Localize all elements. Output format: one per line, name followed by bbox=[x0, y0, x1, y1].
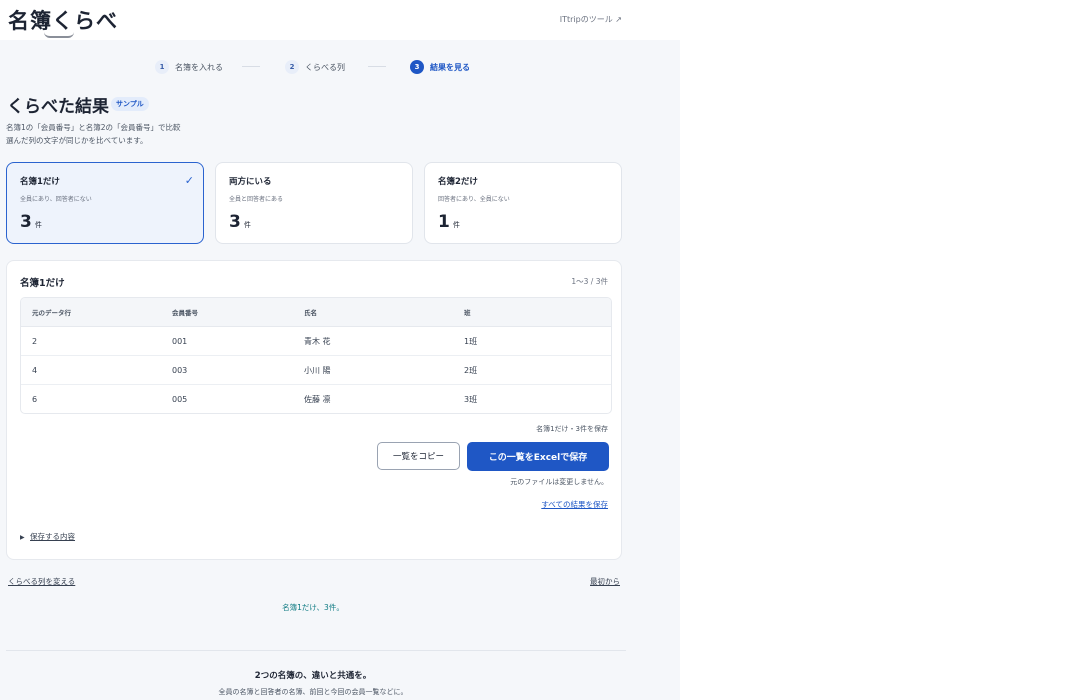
app-page: 名簿くらべ ITtripのツール ↗ 1 名簿を入れる 2 くらべる列 3 結果… bbox=[0, 0, 680, 700]
result-panel: 名簿1だけ 1〜3 / 3件 元のデータ行 会員番号 氏名 班 2 001 青木… bbox=[6, 260, 622, 560]
save-all-results-link[interactable]: すべての結果を保存 bbox=[541, 499, 608, 510]
footer-title: 2つの名簿の、違いと共通を。 bbox=[254, 671, 372, 681]
summary-card-list2-only[interactable]: 名簿2だけ 回答者にあり、全員にない 1 件 bbox=[424, 162, 622, 244]
table-cell: 005 bbox=[172, 394, 188, 404]
table-header: 元のデータ行 会員番号 氏名 班 bbox=[21, 298, 611, 327]
header-bar: 名簿くらべ ITtripのツール ↗ bbox=[0, 0, 680, 40]
table-cell: 001 bbox=[172, 336, 188, 346]
card-title: 名簿2だけ bbox=[438, 177, 478, 187]
table-cell: 4 bbox=[32, 365, 38, 375]
logo[interactable]: 名簿くらべ bbox=[8, 5, 118, 35]
save-caption: 名簿1だけ・3件を保存 bbox=[536, 425, 608, 433]
step-2-number: 2 bbox=[285, 60, 299, 74]
table-cell: 小川 陽 bbox=[304, 365, 331, 375]
count-unit: 件 bbox=[452, 221, 460, 229]
table-cell: 青木 花 bbox=[304, 336, 331, 346]
step-2-label: くらべる列 bbox=[305, 62, 345, 72]
table-row: 2 001 青木 花 1班 bbox=[21, 327, 611, 356]
panel-title: 名簿1だけ bbox=[20, 278, 65, 289]
save-excel-button[interactable]: この一覧をExcelで保存 bbox=[467, 442, 609, 471]
step-1-number: 1 bbox=[155, 60, 169, 74]
summary-card-list1-only[interactable]: 名簿1だけ 全員にあり、回答者にない 3 件 ✓ bbox=[6, 162, 204, 244]
card-count: 1 件 bbox=[438, 212, 608, 232]
count-number: 1 bbox=[438, 212, 450, 232]
step-1[interactable]: 1 名簿を入れる bbox=[155, 58, 223, 76]
result-table: 元のデータ行 会員番号 氏名 班 2 001 青木 花 1班 4 003 小川 … bbox=[20, 297, 612, 414]
count-number: 3 bbox=[20, 212, 32, 232]
footer-subtitle: 全員の名簿と回答者の名簿、前回と今回の会員一覧などに。 bbox=[218, 688, 408, 696]
result-range: 1〜3 / 3件 bbox=[571, 277, 608, 286]
change-columns-link[interactable]: くらべる列を変える bbox=[8, 576, 75, 587]
check-icon: ✓ bbox=[184, 174, 194, 187]
column-header: 班 bbox=[464, 309, 471, 317]
card-subtitle: 全員と回答者にある bbox=[229, 196, 284, 203]
step-1-label: 名簿を入れる bbox=[175, 62, 223, 72]
table-row: 4 003 小川 陽 2班 bbox=[21, 356, 611, 385]
card-subtitle: 回答者にあり、全員にない bbox=[438, 196, 510, 203]
column-header: 元のデータ行 bbox=[32, 309, 71, 317]
card-title: 名簿1だけ bbox=[20, 177, 60, 187]
card-subtitle: 全員にあり、回答者にない bbox=[20, 196, 92, 203]
page-title: くらべた結果 bbox=[7, 97, 109, 117]
step-connector bbox=[242, 66, 260, 67]
count-number: 3 bbox=[229, 212, 241, 232]
count-unit: 件 bbox=[243, 221, 251, 229]
summary-card-both[interactable]: 両方にいる 全員と回答者にある 3 件 bbox=[215, 162, 413, 244]
step-connector bbox=[368, 66, 386, 67]
logo-underline bbox=[44, 32, 74, 38]
table-cell: 2 bbox=[32, 336, 38, 346]
disclosure-triangle-icon: ▶ bbox=[20, 534, 25, 541]
table-cell: 6 bbox=[32, 394, 38, 404]
step-3-number: 3 bbox=[410, 60, 424, 74]
card-count: 3 件 bbox=[229, 212, 399, 232]
card-title: 両方にいる bbox=[229, 177, 272, 187]
column-header: 会員番号 bbox=[172, 309, 198, 317]
ittrip-tools-link[interactable]: ITtripのツール ↗ bbox=[560, 14, 622, 25]
description-line: 選んだ列の文字が同じかを比べています。 bbox=[6, 136, 148, 145]
table-cell: 1班 bbox=[464, 336, 478, 346]
table-row: 6 005 佐藤 凛 3班 bbox=[21, 385, 611, 413]
status-message: 名簿1だけ、3件。 bbox=[282, 603, 344, 612]
table-cell: 003 bbox=[172, 365, 188, 375]
step-2[interactable]: 2 くらべる列 bbox=[285, 58, 345, 76]
page-description: 名簿1の「会員番号」と名簿2の「会員番号」で比較 選んだ列の文字が同じかを比べて… bbox=[6, 121, 266, 147]
save-details-toggle[interactable]: ▶ 保存する内容 bbox=[20, 531, 75, 542]
column-header: 氏名 bbox=[304, 309, 317, 317]
stepper: 1 名簿を入れる 2 くらべる列 3 結果を見る bbox=[0, 58, 680, 76]
step-3: 3 結果を見る bbox=[410, 58, 470, 76]
sample-badge: サンプル bbox=[111, 97, 149, 111]
copy-list-button[interactable]: 一覧をコピー bbox=[377, 442, 460, 470]
footer-divider bbox=[6, 650, 626, 651]
step-3-label: 結果を見る bbox=[430, 62, 470, 72]
save-note: 元のファイルは変更しません。 bbox=[510, 478, 608, 486]
count-unit: 件 bbox=[34, 221, 42, 229]
card-count: 3 件 bbox=[20, 212, 190, 232]
table-cell: 3班 bbox=[464, 394, 478, 404]
table-cell: 佐藤 凛 bbox=[304, 394, 331, 404]
description-line: 名簿1の「会員番号」と名簿2の「会員番号」で比較 bbox=[6, 123, 181, 132]
table-cell: 2班 bbox=[464, 365, 478, 375]
save-details-label: 保存する内容 bbox=[30, 532, 76, 541]
restart-link[interactable]: 最初から bbox=[590, 576, 620, 587]
